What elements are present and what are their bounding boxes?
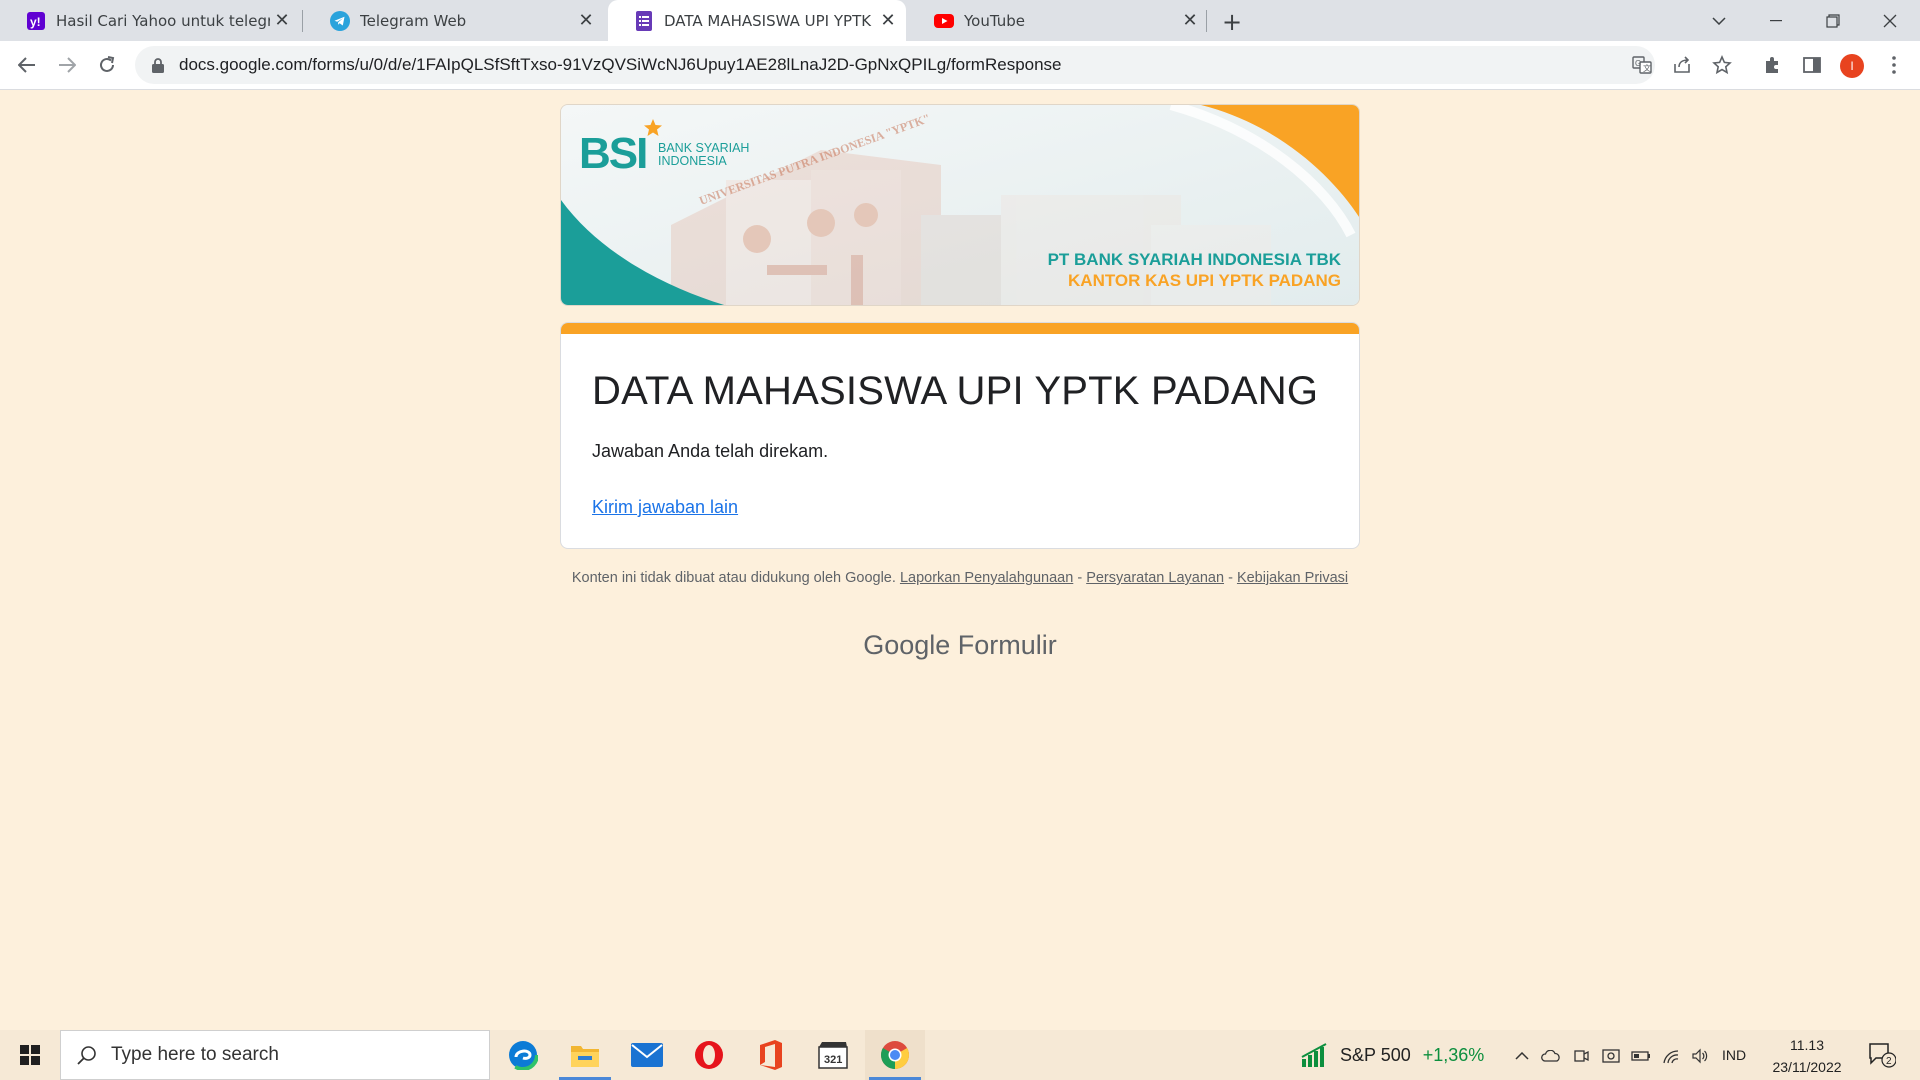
clipchamp-icon[interactable]: 321 (803, 1030, 863, 1080)
tab-telegram[interactable]: Telegram Web ✕ (304, 0, 604, 41)
lock-icon[interactable] (149, 56, 167, 74)
taskbar-search-placeholder: Type here to search (111, 1044, 279, 1065)
new-tab-button[interactable]: + (1218, 8, 1246, 36)
opera-icon[interactable] (679, 1030, 739, 1080)
meet-icon[interactable] (1570, 1045, 1592, 1067)
office-icon[interactable] (741, 1030, 801, 1080)
mail-icon[interactable] (617, 1030, 677, 1080)
form-title: DATA MAHASISWA UPI YPTK PADANG (592, 369, 1319, 413)
banner-office-name: KANTOR KAS UPI YPTK PADANG (1068, 271, 1341, 290)
wifi-icon[interactable] (1660, 1045, 1682, 1067)
google-wordmark: Google (863, 630, 951, 660)
volume-icon[interactable] (1689, 1045, 1711, 1067)
chrome-icon[interactable] (865, 1030, 925, 1080)
windows-logo-icon (20, 1045, 40, 1065)
form-footer: Konten ini tidak dibuat atau didukung ol… (560, 569, 1360, 587)
svg-text:文: 文 (1643, 63, 1651, 73)
bookmark-star-icon[interactable] (1707, 50, 1737, 80)
submit-another-link[interactable]: Kirim jawaban lain (592, 497, 738, 518)
profile-avatar[interactable]: I (1840, 54, 1864, 78)
minimize-button[interactable] (1748, 0, 1804, 41)
tab-google-forms[interactable]: DATA MAHASISWA UPI YPTK PAD ✕ (608, 0, 906, 41)
telegram-icon (330, 10, 350, 31)
security-icon[interactable] (1600, 1045, 1622, 1067)
taskbar-search-box[interactable]: Type here to search (60, 1030, 490, 1080)
forms-wordmark: Formulir (957, 630, 1057, 660)
tab-title: DATA MAHASISWA UPI YPTK PAD (664, 11, 876, 30)
footer-separator: - (1228, 570, 1233, 586)
footer-disclaimer: Konten ini tidak dibuat atau didukung ol… (571, 570, 896, 586)
address-bar[interactable]: docs.google.com/forms/u/0/d/e/1FAIpQLSfS… (135, 46, 1655, 84)
notification-count: 2 (1886, 1056, 1892, 1067)
file-explorer-icon[interactable] (555, 1030, 615, 1080)
terms-link[interactable]: Persyaratan Layanan (1086, 570, 1224, 586)
tab-title: YouTube (964, 11, 1025, 30)
svg-text:y!: y! (30, 15, 41, 29)
taskbar-clock[interactable]: 11.13 23/11/2022 (1762, 1034, 1852, 1078)
share-icon[interactable] (1667, 50, 1697, 80)
tab-yahoo[interactable]: y! Hasil Cari Yahoo untuk telegram w ✕ (0, 0, 300, 41)
windows-taskbar: Type here to search 321 S&P 500 +1,36% I… (0, 1030, 1920, 1080)
google-forms-icon (634, 10, 654, 31)
stock-chart-icon (1301, 1043, 1327, 1067)
onedrive-icon[interactable] (1540, 1045, 1562, 1067)
reload-button[interactable] (91, 49, 123, 81)
privacy-link[interactable]: Kebijakan Privasi (1237, 570, 1348, 586)
form-header-banner: UNIVERSITAS PUTRA INDONESIA "YPTK" BSI B… (560, 104, 1360, 306)
bsi-logo: BSI (579, 129, 646, 178)
edge-icon[interactable] (493, 1030, 553, 1080)
tab-title: Hasil Cari Yahoo untuk telegram w (56, 11, 270, 30)
side-panel-icon[interactable] (1797, 50, 1827, 80)
clock-date: 23/11/2022 (1772, 1059, 1842, 1075)
youtube-icon (934, 11, 954, 31)
browser-toolbar: docs.google.com/forms/u/0/d/e/1FAIpQLSfS… (0, 41, 1920, 90)
report-abuse-link[interactable]: Laporkan Penyalahgunaan (900, 570, 1073, 586)
footer-separator: - (1077, 570, 1083, 586)
form-confirmation-card: DATA MAHASISWA UPI YPTK PADANG Jawaban A… (560, 322, 1360, 549)
logo-subtitle-2: INDONESIA (658, 154, 727, 168)
clock-time: 11.13 (1790, 1037, 1824, 1053)
banner-image: UNIVERSITAS PUTRA INDONESIA "YPTK" BSI B… (561, 105, 1359, 305)
tab-strip: y! Hasil Cari Yahoo untuk telegram w ✕ T… (0, 0, 1920, 41)
windows-start-button[interactable] (0, 1030, 60, 1080)
back-button[interactable] (11, 49, 43, 81)
battery-icon[interactable] (1630, 1045, 1652, 1067)
stock-name: S&P 500 (1340, 1044, 1411, 1065)
extensions-icon[interactable] (1757, 50, 1787, 80)
search-icon (77, 1046, 96, 1065)
confirmation-message: Jawaban Anda telah direkam. (592, 441, 829, 461)
stock-change: +1,36% (1422, 1044, 1485, 1065)
tab-search-button[interactable] (1691, 0, 1747, 41)
tab-youtube[interactable]: YouTube ✕ (908, 0, 1208, 41)
restore-button[interactable] (1805, 0, 1861, 41)
menu-icon[interactable] (1879, 50, 1909, 80)
close-tab-icon[interactable]: ✕ (876, 9, 900, 33)
google-forms-brand[interactable]: Google Formulir (560, 630, 1360, 661)
card-accent-bar (561, 323, 1359, 334)
translate-icon[interactable]: G文 (1627, 50, 1657, 80)
stock-widget[interactable]: S&P 500 +1,36% (1300, 1030, 1484, 1080)
notification-center-icon[interactable]: 2 (1868, 1042, 1897, 1068)
close-window-button[interactable] (1862, 0, 1918, 41)
tab-title: Telegram Web (360, 11, 467, 30)
tab-separator (302, 10, 303, 32)
close-tab-icon[interactable]: ✕ (270, 9, 294, 33)
close-tab-icon[interactable]: ✕ (1178, 9, 1202, 33)
close-tab-icon[interactable]: ✕ (574, 9, 598, 33)
logo-subtitle-1: BANK SYARIAH (658, 141, 749, 155)
forward-button[interactable] (51, 49, 83, 81)
tab-separator (1206, 10, 1207, 32)
language-indicator[interactable]: IND (1722, 1030, 1746, 1080)
url-text[interactable]: docs.google.com/forms/u/0/d/e/1FAIpQLSfS… (179, 55, 1062, 75)
banner-company-name: PT BANK SYARIAH INDONESIA TBK (1048, 250, 1342, 269)
yahoo-icon: y! (26, 11, 46, 31)
show-hidden-icons-chevron-icon[interactable] (1511, 1045, 1533, 1067)
svg-text:G: G (1635, 59, 1641, 68)
svg-text:321: 321 (824, 1054, 842, 1066)
